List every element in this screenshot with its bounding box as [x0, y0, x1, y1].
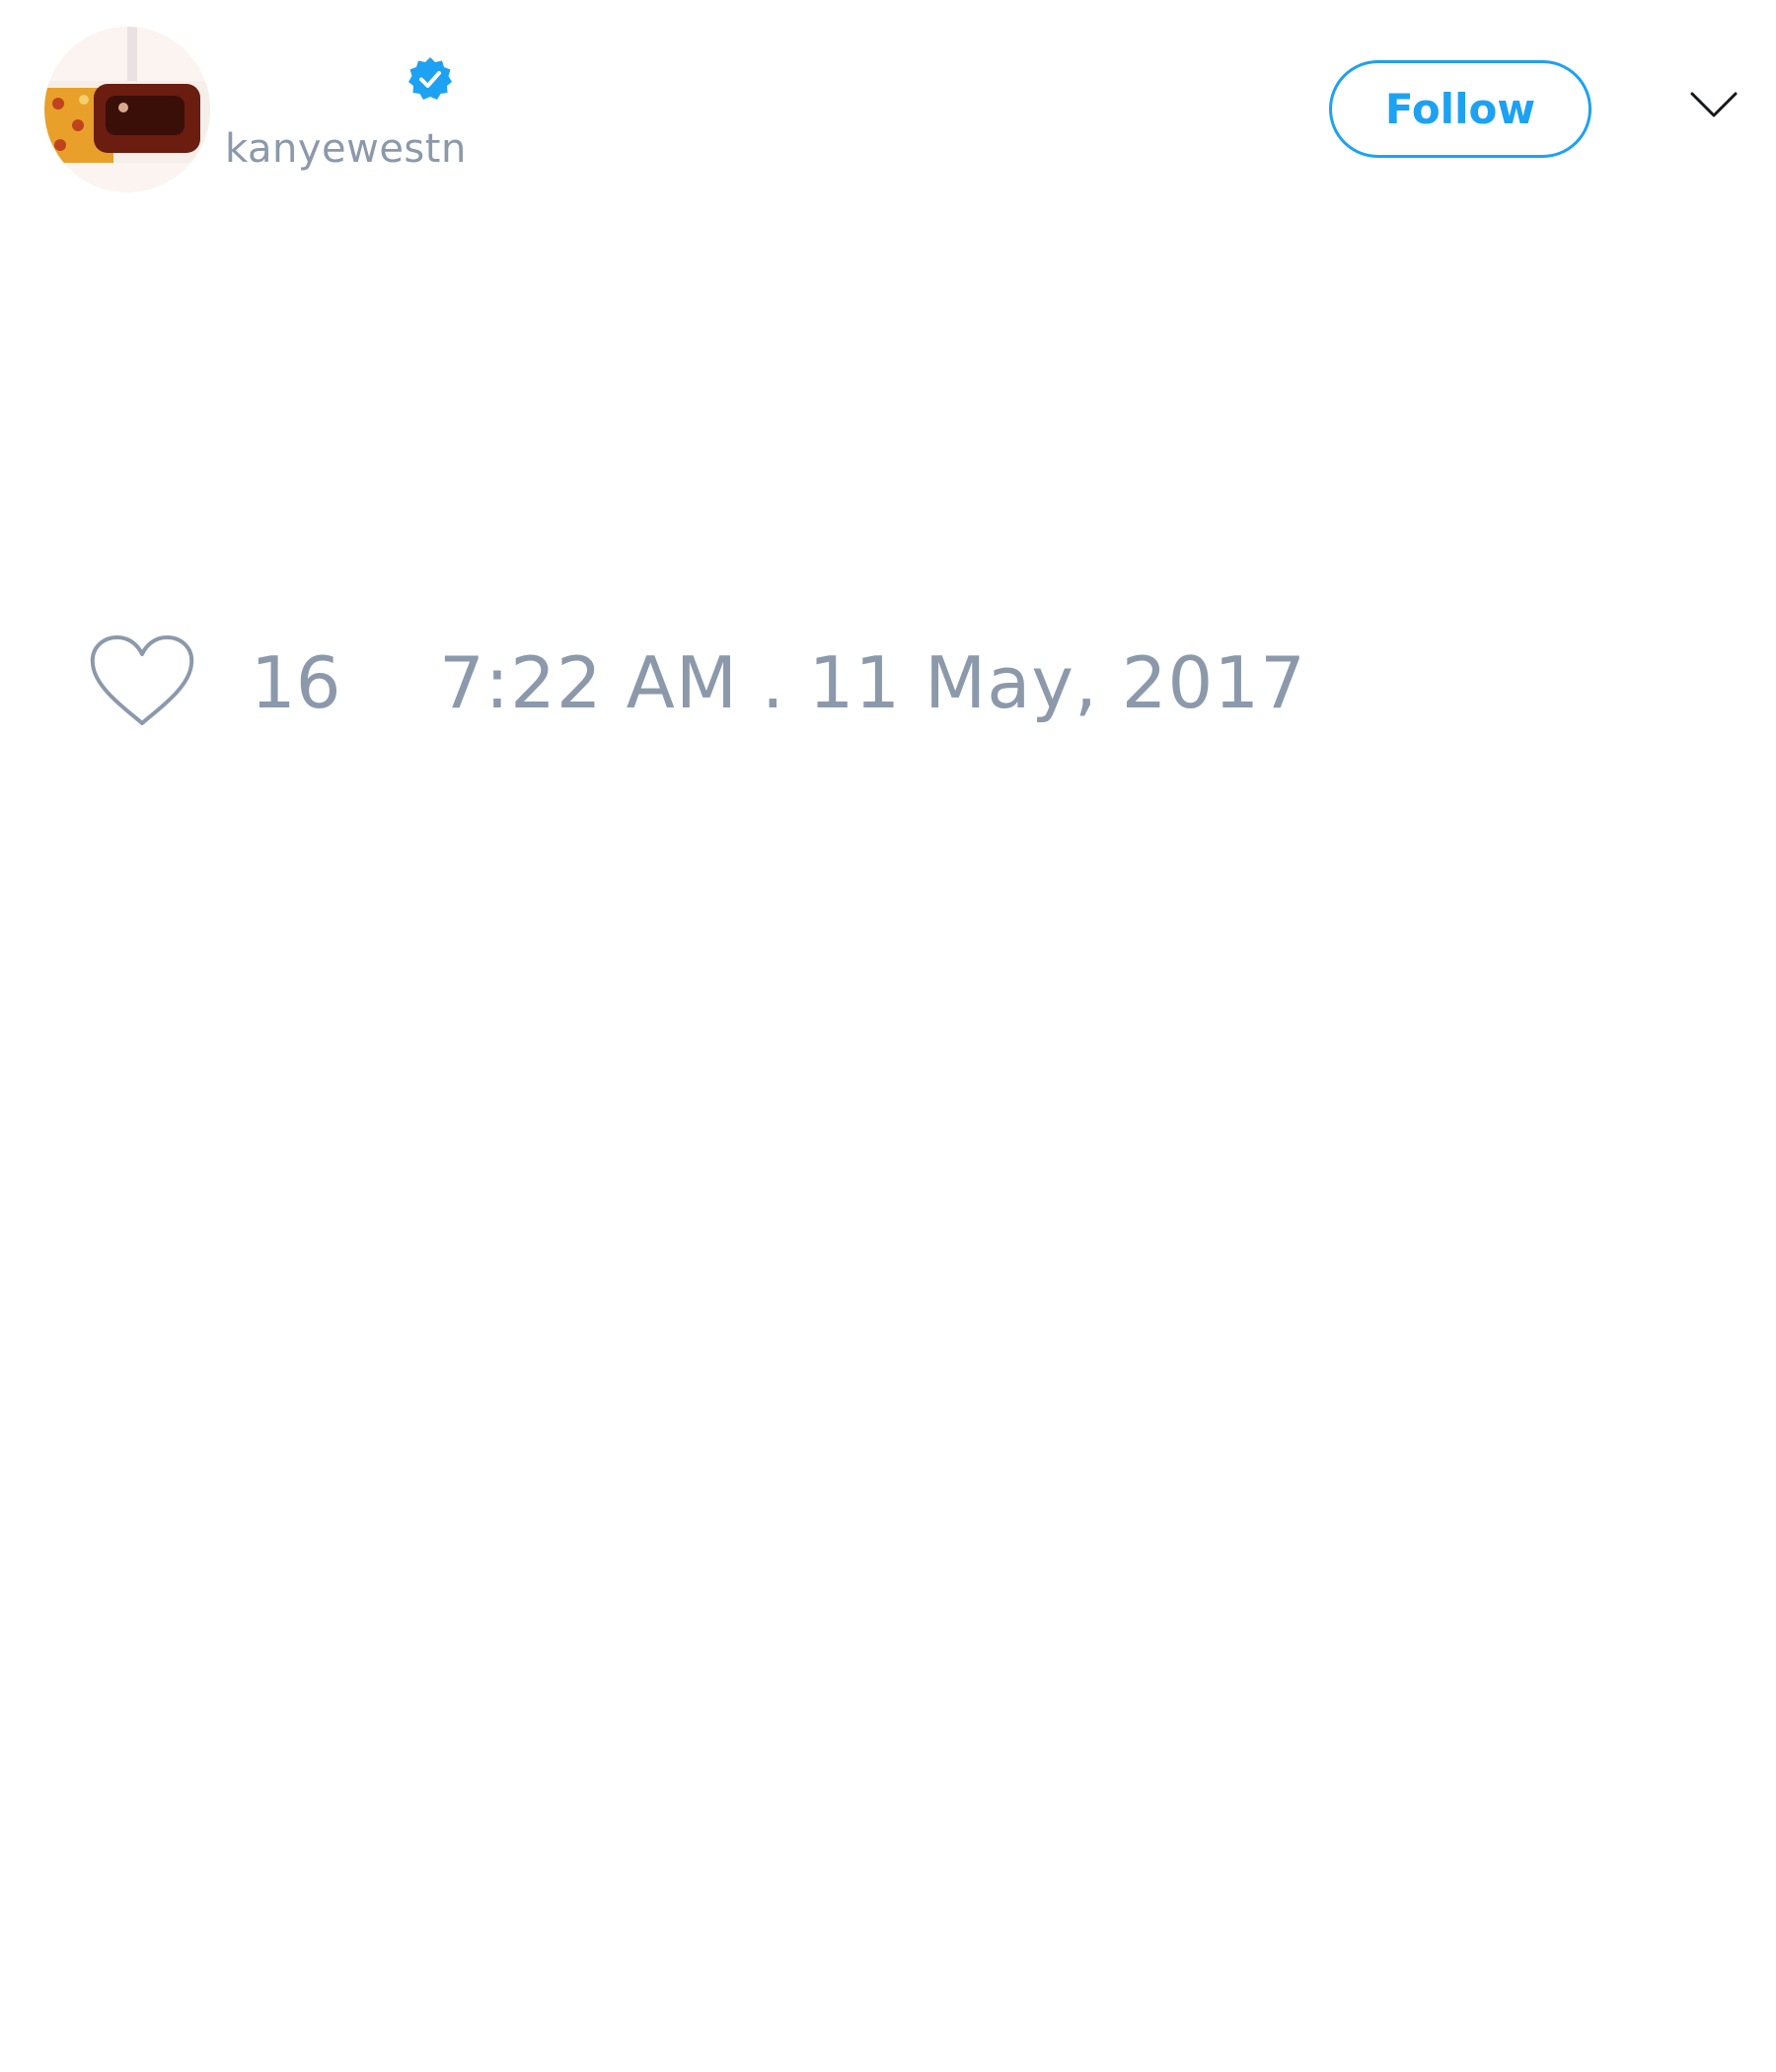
username[interactable]: kanyewestn — [225, 126, 467, 172]
avatar-image — [44, 27, 210, 192]
heart-icon[interactable] — [89, 634, 195, 729]
avatar[interactable] — [44, 27, 210, 192]
follow-button[interactable]: Follow — [1329, 60, 1591, 158]
like-count: 16 — [251, 641, 341, 724]
tweet-card: kanyewestn Follow 16 7:22 AM . 11 May, 2… — [0, 0, 1776, 2072]
chevron-down-icon[interactable] — [1689, 89, 1739, 120]
timestamp[interactable]: 7:22 AM . 11 May, 2017 — [439, 639, 1306, 726]
verified-badge-icon — [408, 57, 452, 100]
